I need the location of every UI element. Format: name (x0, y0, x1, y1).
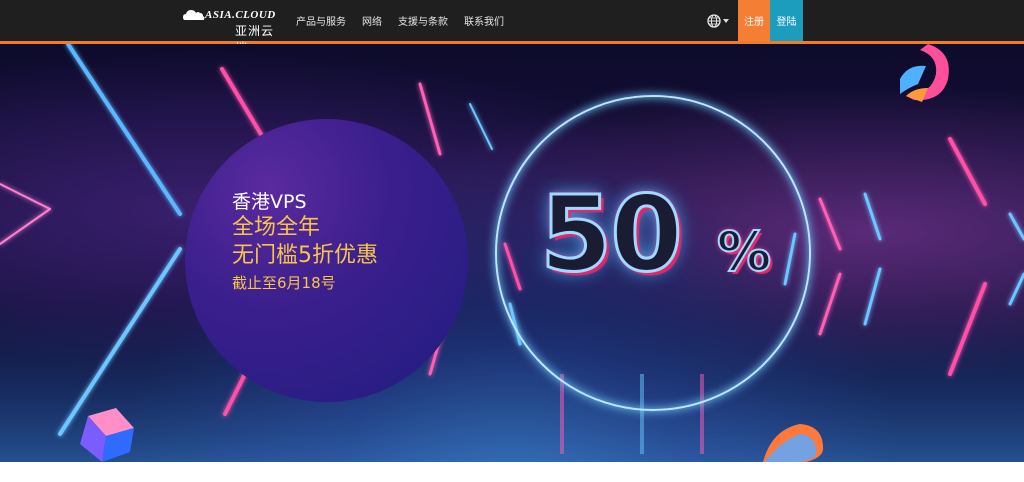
promo-deadline: 截止至6月18号 (232, 274, 336, 292)
nav-item-support[interactable]: 支援与条款 (398, 13, 448, 28)
main-nav: 产品与服务 网络 支援与条款 联系我们 (296, 0, 504, 41)
percent-sign: % (716, 219, 772, 284)
site-logo[interactable]: ASIA.CLOUD 亚洲云端 (183, 7, 283, 55)
promo-product: 香港VPS (232, 191, 307, 213)
logo-english-text: ASIA.CLOUD (205, 9, 276, 21)
swirl-decoration-icon (900, 44, 949, 102)
nav-item-products[interactable]: 产品与服务 (296, 13, 346, 28)
hero-banner[interactable]: 香港VPS 全场全年 无门槛5折优惠 截止至6月18号 50 % (0, 44, 1024, 462)
login-button[interactable]: 登陆 (770, 0, 803, 41)
register-button[interactable]: 注册 (738, 0, 770, 41)
discount-number: 50 (539, 173, 685, 296)
globe-icon (707, 14, 721, 28)
cloud-icon (183, 10, 205, 20)
nav-item-network[interactable]: 网络 (362, 13, 382, 28)
nav-item-contact[interactable]: 联系我们 (464, 13, 504, 28)
promo-text-block: 香港VPS 全场全年 无门槛5折优惠 截止至6月18号 (232, 190, 378, 294)
promo-headline-1: 全场全年 (232, 215, 321, 240)
cone-decoration-icon (763, 424, 824, 462)
cube-decoration-icon (80, 408, 134, 462)
top-navbar: ASIA.CLOUD 亚洲云端 产品与服务 网络 支援与条款 联系我们 注册 登… (0, 0, 1024, 55)
promo-headline-2: 无门槛5折优惠 (232, 243, 378, 268)
language-selector[interactable] (707, 13, 729, 29)
chevron-down-icon (723, 19, 729, 23)
